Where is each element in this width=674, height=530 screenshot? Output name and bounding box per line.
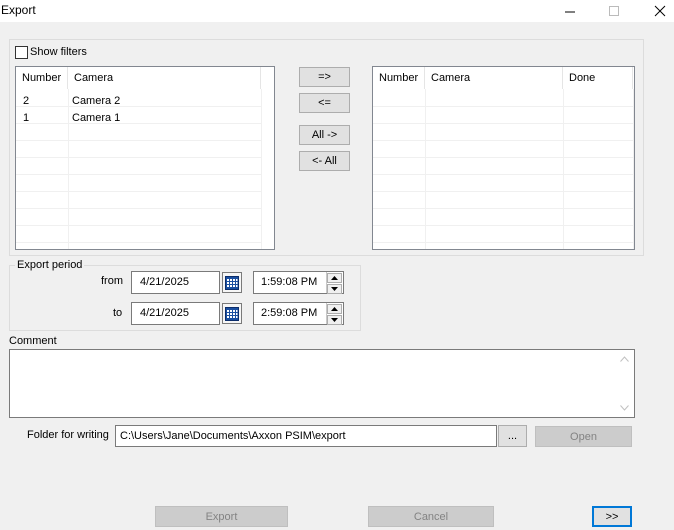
minimize-icon: [565, 11, 575, 13]
from-label: from: [101, 275, 123, 287]
row-divider: [373, 208, 633, 209]
minimize-button[interactable]: [550, 0, 590, 22]
close-icon: [654, 5, 666, 17]
remove-all-cameras-button[interactable]: <- All: [299, 151, 350, 171]
comment-textarea[interactable]: [9, 349, 635, 418]
row-divider: [16, 191, 261, 192]
row-divider: [373, 191, 633, 192]
row-divider: [16, 123, 261, 124]
table-row-camera[interactable]: Camera 2: [72, 93, 120, 110]
to-calendar-button[interactable]: [222, 303, 242, 324]
folder-path-field[interactable]: C:\Users\Jane\Documents\Axxon PSIM\expor…: [115, 425, 497, 447]
row-divider: [373, 157, 633, 158]
row-divider: [373, 242, 633, 243]
maximize-button[interactable]: [594, 0, 634, 22]
from-date-field[interactable]: 4/21/2025: [131, 271, 220, 294]
row-divider: [16, 242, 261, 243]
column-header-done[interactable]: Done: [563, 67, 633, 89]
column-divider: [261, 89, 262, 249]
calendar-icon: [225, 275, 239, 290]
add-camera-button[interactable]: =>: [299, 67, 350, 87]
column-header-number[interactable]: Number: [16, 67, 68, 89]
more-options-button[interactable]: >>: [592, 506, 632, 527]
cancel-button[interactable]: Cancel: [368, 506, 494, 527]
spin-down-icon[interactable]: [327, 284, 342, 294]
browse-folder-button[interactable]: ...: [498, 425, 527, 447]
table-row-number[interactable]: 2: [23, 93, 29, 110]
folder-label: Folder for writing: [27, 429, 109, 441]
export-period-label: Export period: [15, 259, 85, 271]
row-divider: [373, 123, 633, 124]
close-button[interactable]: [640, 0, 674, 22]
column-header-camera[interactable]: Camera: [425, 67, 563, 89]
scroll-down-icon[interactable]: [620, 403, 629, 413]
add-all-cameras-button[interactable]: All ->: [299, 125, 350, 145]
row-divider: [373, 225, 633, 226]
row-divider: [16, 174, 261, 175]
column-header-camera[interactable]: Camera: [68, 67, 261, 89]
maximize-icon: [609, 6, 619, 16]
row-divider: [16, 208, 261, 209]
column-divider: [633, 89, 634, 249]
row-divider: [16, 225, 261, 226]
to-time-field[interactable]: 2:59:08 PM: [253, 302, 344, 325]
remove-camera-button[interactable]: <=: [299, 93, 350, 113]
calendar-icon: [225, 306, 239, 321]
export-button[interactable]: Export: [155, 506, 288, 527]
from-calendar-button[interactable]: [222, 272, 242, 293]
comment-label: Comment: [9, 335, 57, 347]
row-divider: [16, 140, 261, 141]
row-divider: [373, 174, 633, 175]
to-date-field[interactable]: 4/21/2025: [131, 302, 220, 325]
to-time-value: 2:59:08 PM: [261, 307, 318, 319]
source-camera-list[interactable]: Number Camera 2 Camera 2 1 Camera 1: [15, 66, 275, 250]
scroll-up-icon[interactable]: [620, 354, 629, 364]
from-time-value: 1:59:08 PM: [261, 276, 318, 288]
row-divider: [373, 140, 633, 141]
spin-up-icon[interactable]: [327, 304, 342, 314]
open-folder-button[interactable]: Open: [535, 426, 632, 447]
to-label: to: [113, 307, 123, 319]
row-divider: [16, 106, 261, 107]
to-time-spinner[interactable]: [326, 303, 342, 325]
window-title: Export: [1, 3, 36, 17]
from-time-field[interactable]: 1:59:08 PM: [253, 271, 344, 294]
row-divider: [373, 106, 633, 107]
spin-up-icon[interactable]: [327, 273, 342, 283]
column-header-number[interactable]: Number: [373, 67, 425, 89]
show-filters-checkbox[interactable]: [15, 46, 28, 59]
from-time-spinner[interactable]: [326, 272, 342, 294]
table-row-camera[interactable]: Camera 1: [72, 110, 120, 127]
export-camera-list[interactable]: Number Camera Done: [372, 66, 635, 250]
row-divider: [16, 157, 261, 158]
table-row-number[interactable]: 1: [23, 110, 29, 127]
spin-down-icon[interactable]: [327, 315, 342, 325]
show-filters-label: Show filters: [30, 46, 87, 58]
